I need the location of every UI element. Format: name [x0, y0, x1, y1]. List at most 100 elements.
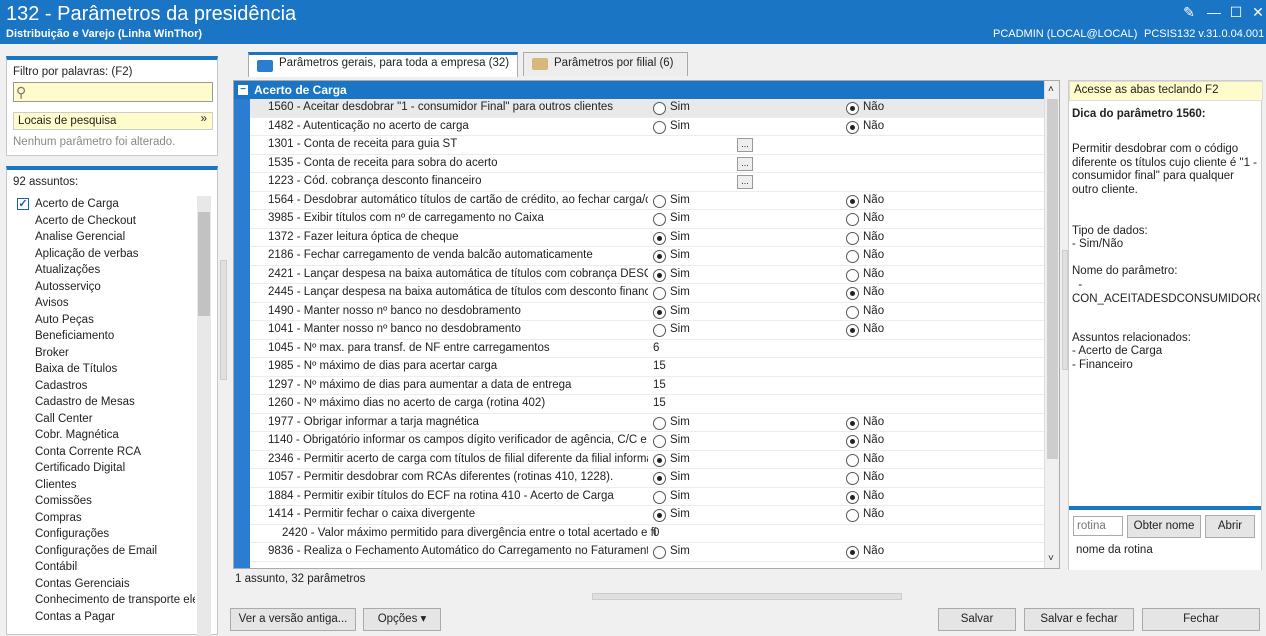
parameter-row[interactable]: 1297 - Nº máximo de dias para aumentar a…: [250, 377, 1044, 395]
parameter-row[interactable]: 2421 - Lançar despesa na baixa automátic…: [250, 266, 1044, 284]
minimize-icon[interactable]: —: [1203, 2, 1225, 22]
parameter-row[interactable]: 2346 - Permitir acerto de carga com títu…: [250, 451, 1044, 469]
radio-sim[interactable]: [653, 287, 666, 300]
subject-item[interactable]: Analise Gerencial: [13, 229, 195, 246]
parameter-row[interactable]: 9836 - Realiza o Fechamento Automático d…: [250, 543, 1044, 562]
radio-nao[interactable]: [846, 546, 859, 559]
subject-item[interactable]: Auto Peças: [13, 312, 195, 329]
radio-sim[interactable]: [653, 268, 666, 282]
radio-sim[interactable]: [653, 490, 666, 504]
radio-nao[interactable]: [846, 120, 859, 134]
subject-item[interactable]: Acerto de Checkout: [13, 213, 195, 230]
grid-scrollbar[interactable]: ˄ ˅: [1044, 81, 1059, 568]
bottom-splitter[interactable]: [592, 593, 902, 600]
radio-sim[interactable]: [653, 472, 666, 485]
radio-sim[interactable]: [653, 416, 666, 430]
grid-scroll-thumb[interactable]: [1047, 99, 1058, 459]
radio-sim[interactable]: [653, 213, 666, 226]
collapse-icon[interactable]: −: [238, 85, 248, 95]
parameter-value[interactable]: 15: [653, 379, 666, 391]
radio-sim[interactable]: [653, 194, 666, 208]
subject-item[interactable]: Beneficiamento: [13, 328, 195, 345]
parameter-row[interactable]: 1482 - Autenticação no acerto de carga Si…: [250, 118, 1044, 136]
radio-nao[interactable]: [846, 287, 859, 300]
parameter-row[interactable]: 1535 - Conta de receita para sobra do ac…: [250, 155, 1044, 173]
parameter-row[interactable]: 2420 - Valor máximo permitido para diver…: [250, 525, 1044, 543]
subject-item[interactable]: Contas Gerenciais: [13, 576, 195, 593]
subject-item[interactable]: Contábil: [13, 559, 195, 576]
radio-nao[interactable]: [846, 324, 859, 337]
parameter-row[interactable]: 1140 - Obrigatório informar os campos dí…: [250, 432, 1044, 451]
parameter-row[interactable]: 2186 - Fechar carregamento de venda balc…: [250, 247, 1044, 266]
parameter-row[interactable]: 1260 - Nº máximo dias no acerto de carga…: [250, 395, 1044, 414]
subject-item[interactable]: Configurações: [13, 526, 195, 543]
radio-nao[interactable]: [846, 268, 859, 282]
old-version-button[interactable]: Ver a versão antiga...: [230, 608, 356, 631]
parameter-value[interactable]: 0: [653, 527, 659, 539]
radio-sim[interactable]: [653, 250, 666, 263]
radio-sim[interactable]: [653, 231, 666, 245]
parameter-row[interactable]: 3985 - Exibir títulos com nº de carregam…: [250, 210, 1044, 229]
radio-sim[interactable]: [653, 435, 666, 448]
radio-sim[interactable]: [653, 324, 666, 337]
subject-item[interactable]: Baixa de Títulos: [13, 361, 195, 378]
close-button[interactable]: Fechar: [1142, 608, 1260, 631]
tab-branch[interactable]: Parâmetros por filial (6): [523, 52, 688, 76]
edit-icon[interactable]: ✎: [1178, 2, 1200, 22]
subject-item[interactable]: Certificado Digital: [13, 460, 195, 477]
left-splitter[interactable]: [220, 260, 227, 380]
subject-item[interactable]: Broker: [13, 345, 195, 362]
lookup-button[interactable]: ...: [737, 175, 753, 189]
parameter-row[interactable]: 1372 - Fazer leitura óptica de cheque Sim…: [250, 229, 1044, 247]
parameter-row[interactable]: 1564 - Desdobrar automático títulos de c…: [250, 192, 1044, 210]
subject-item[interactable]: Clientes: [13, 477, 195, 494]
abrir-button[interactable]: Abrir: [1205, 515, 1255, 538]
radio-nao[interactable]: [846, 509, 859, 522]
scroll-up-icon[interactable]: ˄: [1048, 84, 1054, 95]
save-button[interactable]: Salvar: [938, 608, 1016, 631]
subject-item[interactable]: Cobr. Magnética: [13, 427, 195, 444]
parameter-row[interactable]: 1301 - Conta de receita para guia ST...: [250, 136, 1044, 155]
obter-nome-button[interactable]: Obter nome: [1127, 515, 1201, 538]
radio-sim[interactable]: [653, 546, 666, 559]
subject-item[interactable]: Configurações de Email: [13, 543, 195, 560]
subject-item[interactable]: Aplicação de verbas: [13, 246, 195, 263]
lookup-button[interactable]: ...: [737, 156, 753, 171]
parameter-value[interactable]: 15: [653, 360, 666, 372]
parameter-row[interactable]: 1977 - Obrigar informar a tarja magnétic…: [250, 414, 1044, 432]
subject-item[interactable]: Contas a Pagar: [13, 609, 195, 626]
checkbox-icon[interactable]: ✓: [17, 198, 29, 210]
lookup-button[interactable]: ...: [737, 138, 753, 152]
locais-dropdown[interactable]: Locais de pesquisa »: [13, 112, 213, 130]
radio-nao[interactable]: [846, 453, 859, 467]
subject-item[interactable]: Conta Corrente RCA: [13, 444, 195, 461]
subject-item[interactable]: Conhecimento de transporte ele: [13, 592, 195, 609]
parameter-value[interactable]: 15: [653, 397, 666, 409]
radio-sim[interactable]: [653, 102, 666, 115]
parameter-row[interactable]: 1057 - Permitir desdobrar com RCAs difer…: [250, 469, 1044, 488]
radio-sim[interactable]: [653, 509, 666, 522]
radio-nao[interactable]: [846, 250, 859, 263]
parameter-row[interactable]: 2445 - Lançar despesa na baixa automátic…: [250, 284, 1044, 303]
radio-nao[interactable]: [846, 102, 859, 115]
search-input[interactable]: [13, 82, 213, 102]
group-header[interactable]: − Acerto de Carga: [234, 81, 1044, 99]
radio-nao[interactable]: [846, 194, 859, 208]
options-button[interactable]: Opções ▾: [363, 608, 441, 631]
radio-nao[interactable]: [846, 435, 859, 448]
scroll-down-icon[interactable]: ˅: [1048, 553, 1054, 564]
subject-item[interactable]: Cadastro de Mesas: [13, 394, 195, 411]
subject-item[interactable]: Atualizações: [13, 262, 195, 279]
subject-item[interactable]: Autosserviço: [13, 279, 195, 296]
radio-sim[interactable]: [653, 120, 666, 134]
parameter-row[interactable]: 1045 - Nº max. para transf. de NF entre …: [250, 340, 1044, 358]
subject-item[interactable]: Comissões: [13, 493, 195, 510]
radio-nao[interactable]: [846, 231, 859, 245]
parameter-row[interactable]: 1985 - Nº máximo de dias para acertar ca…: [250, 358, 1044, 377]
save-close-button[interactable]: Salvar e fechar: [1024, 608, 1134, 631]
parameter-row[interactable]: 1884 - Permitir exibir títulos do ECF na…: [250, 488, 1044, 506]
subject-item[interactable]: Compras: [13, 510, 195, 527]
parameter-row[interactable]: 1414 - Permitir fechar o caixa divergent…: [250, 506, 1044, 525]
radio-nao[interactable]: [846, 305, 859, 319]
rotina-input[interactable]: [1073, 516, 1123, 536]
